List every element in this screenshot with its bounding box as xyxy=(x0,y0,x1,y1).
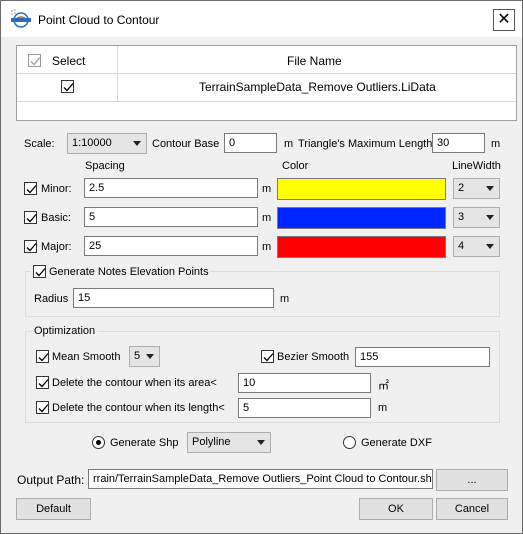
basic-unit: m xyxy=(262,212,272,224)
major-checkbox[interactable] xyxy=(24,240,37,253)
chevron-down-icon xyxy=(257,440,265,445)
file-name-column-header: File Name xyxy=(287,54,342,68)
bezier-smooth-checkbox[interactable] xyxy=(261,350,274,363)
basic-line-width-value: 3 xyxy=(458,211,465,223)
radius-unit: m xyxy=(280,293,290,305)
length-input[interactable]: 5 xyxy=(238,398,371,418)
minor-checkbox[interactable] xyxy=(24,182,37,195)
check-icon xyxy=(26,214,37,223)
check-icon xyxy=(26,185,37,194)
mean-smooth-label: Mean Smooth xyxy=(52,351,121,363)
minor-line-width-select[interactable]: 2 xyxy=(453,178,500,199)
check-icon xyxy=(38,379,49,388)
chevron-down-icon xyxy=(486,215,494,220)
scale-label: Scale: xyxy=(24,138,55,150)
mean-smooth-value: 5 xyxy=(134,350,141,362)
line-width-column-label: LineWidth xyxy=(452,160,501,172)
minor-label: Minor: xyxy=(41,183,72,195)
contour-base-input[interactable]: 0 xyxy=(224,133,277,153)
major-line-width-select[interactable]: 4 xyxy=(453,236,500,257)
generate-dxf-radio[interactable] xyxy=(343,436,356,449)
table-header xyxy=(17,46,516,74)
check-icon xyxy=(38,353,49,362)
row-checkbox[interactable] xyxy=(61,80,74,93)
bezier-smooth-input[interactable]: 155 xyxy=(355,347,490,367)
check-icon xyxy=(30,57,41,66)
check-icon xyxy=(38,404,49,413)
minor-line-width-value: 2 xyxy=(458,182,465,194)
file-table[interactable]: Select File Name TerrainSampleData_Remov… xyxy=(16,45,517,121)
minor-spacing-input[interactable]: 2.5 xyxy=(84,178,258,198)
radius-input[interactable]: 15 xyxy=(73,288,274,308)
major-line-width-value: 4 xyxy=(458,240,465,252)
contour-base-unit: m xyxy=(284,138,294,150)
chevron-down-icon xyxy=(146,354,154,359)
check-icon xyxy=(26,243,37,252)
bezier-smooth-label: Bezier Smooth xyxy=(277,351,350,363)
scale-select[interactable]: 1:10000 xyxy=(67,133,147,154)
chevron-down-icon xyxy=(486,244,494,249)
chevron-down-icon xyxy=(486,186,494,191)
notes-label: Generate Notes Elevation Points xyxy=(49,266,209,278)
mean-smooth-select[interactable]: 5 xyxy=(129,346,160,367)
default-button[interactable]: Default xyxy=(16,498,91,520)
select-column-header: Select xyxy=(52,54,86,68)
output-path-label: Output Path: xyxy=(17,473,85,487)
major-color-swatch[interactable] xyxy=(277,236,446,258)
generate-dxf-label: Generate DXF xyxy=(361,437,432,449)
output-path-input[interactable]: rrain/TerrainSampleData_Remove Outliers_… xyxy=(88,469,433,489)
shp-type-value: Polyline xyxy=(192,436,231,448)
window-title: Point Cloud to Contour xyxy=(38,13,160,27)
triangle-length-unit: m xyxy=(491,138,501,150)
cancel-button[interactable]: Cancel xyxy=(436,498,508,520)
generate-shp-label: Generate Shp xyxy=(110,437,179,449)
triangle-length-label: Triangle's Maximum Length xyxy=(298,138,433,150)
major-label: Major: xyxy=(41,241,72,253)
browse-button[interactable]: ... xyxy=(436,469,508,491)
check-icon xyxy=(263,353,274,362)
length-checkbox[interactable] xyxy=(36,401,49,414)
contour-base-label: Contour Base xyxy=(152,138,220,150)
area-label: Delete the contour when its area< xyxy=(52,377,217,389)
color-column-label: Color xyxy=(282,160,309,172)
radius-label: Radius xyxy=(34,293,69,305)
generate-shp-radio[interactable] xyxy=(92,436,105,449)
close-icon: ✕ xyxy=(497,11,511,28)
basic-label: Basic: xyxy=(41,212,71,224)
check-icon xyxy=(63,83,74,92)
basic-line-width-select[interactable]: 3 xyxy=(453,207,500,228)
area-unit: ㎡ xyxy=(378,380,389,392)
notes-checkbox[interactable] xyxy=(33,265,46,278)
minor-color-swatch[interactable] xyxy=(277,178,446,200)
length-unit: m xyxy=(378,402,388,414)
chevron-down-icon xyxy=(133,141,141,146)
optimization-title: Optimization xyxy=(32,325,98,337)
major-unit: m xyxy=(262,241,272,253)
shp-type-select[interactable]: Polyline xyxy=(187,432,271,453)
triangle-length-input[interactable]: 30 xyxy=(432,133,485,153)
length-label: Delete the contour when its length< xyxy=(52,402,225,414)
ok-button[interactable]: OK xyxy=(359,498,433,520)
major-spacing-input[interactable]: 25 xyxy=(84,236,258,256)
scale-value: 1:10000 xyxy=(72,137,112,149)
dialog-window: Point Cloud to Contour ✕ Select File Nam… xyxy=(0,0,523,534)
spacing-column-label: Spacing xyxy=(85,160,125,172)
mean-smooth-checkbox[interactable] xyxy=(36,350,49,363)
basic-spacing-input[interactable]: 5 xyxy=(84,207,258,227)
lidar360-logo-icon xyxy=(9,8,39,30)
area-checkbox[interactable] xyxy=(36,376,49,389)
file-name-cell[interactable]: TerrainSampleData_Remove Outliers.LiData xyxy=(199,80,436,94)
select-all-checkbox[interactable] xyxy=(28,54,41,67)
close-button[interactable]: ✕ xyxy=(493,9,515,31)
basic-checkbox[interactable] xyxy=(24,211,37,224)
area-input[interactable]: 10 xyxy=(238,373,371,393)
title-bar: Point Cloud to Contour ✕ xyxy=(1,1,522,37)
basic-color-swatch[interactable] xyxy=(277,207,446,229)
check-icon xyxy=(35,268,46,277)
minor-unit: m xyxy=(262,183,272,195)
